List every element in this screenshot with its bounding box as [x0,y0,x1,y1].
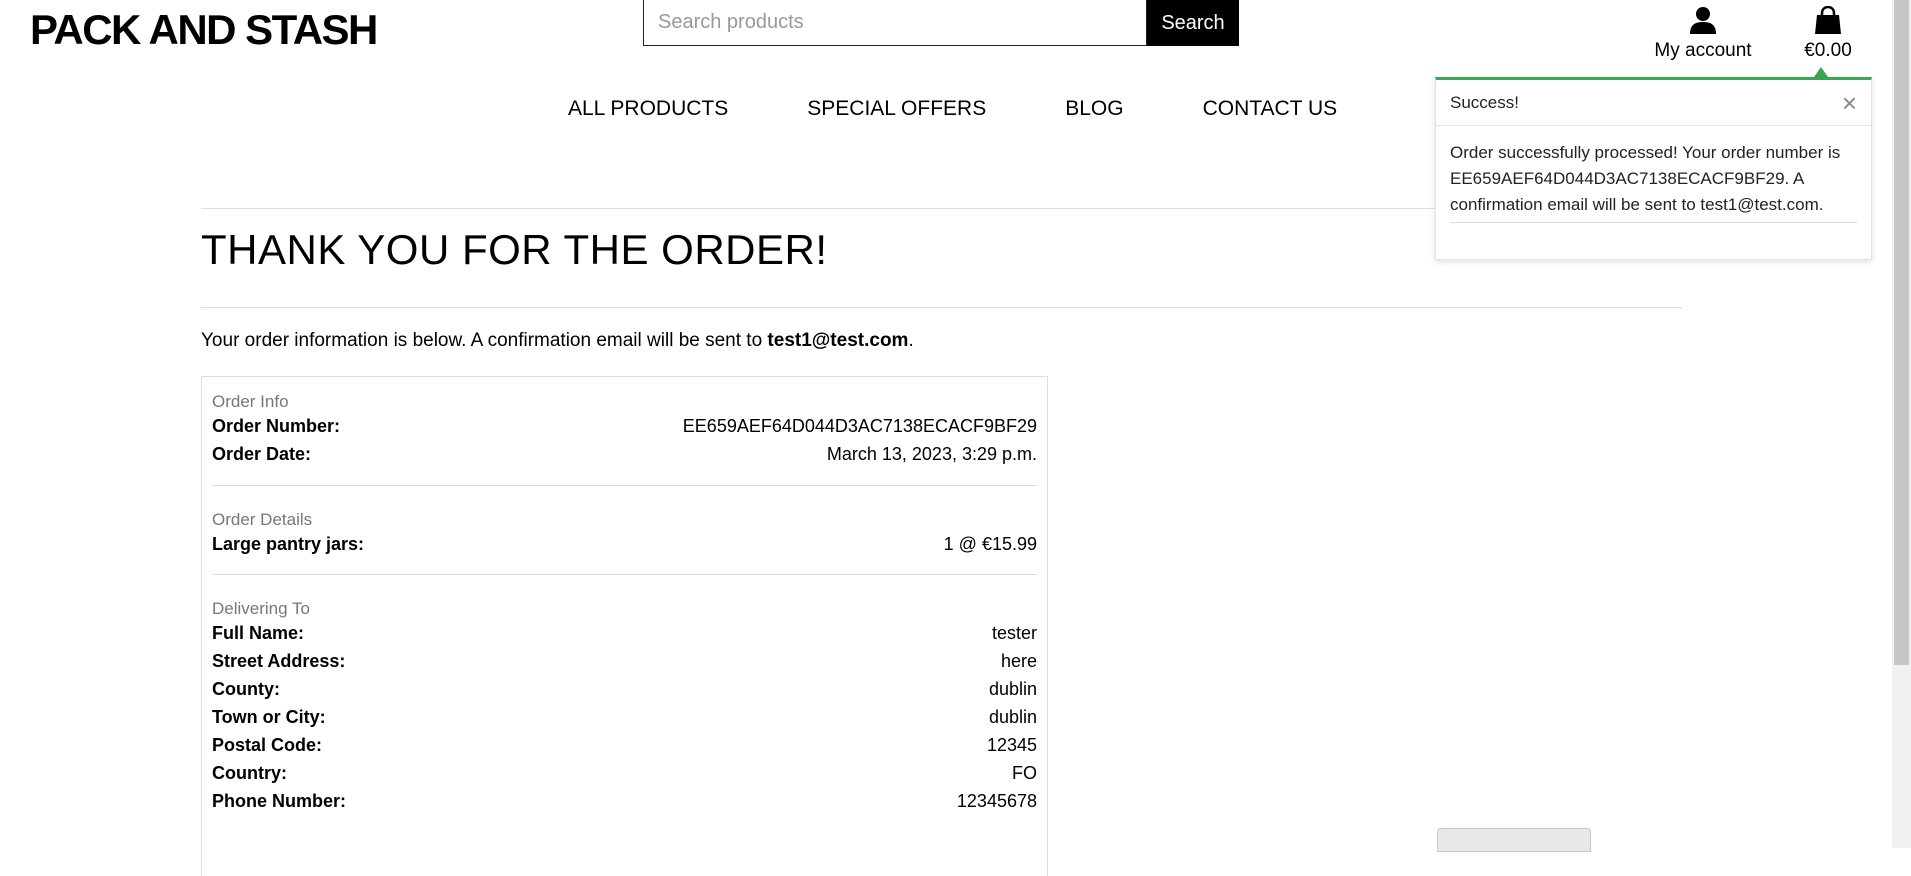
delivery-row: Phone Number: 12345678 [212,787,1037,815]
toast-message: Order successfully processed! Your order… [1450,143,1841,214]
phone-number-label: Phone Number: [212,791,347,811]
bag-total: €0.00 [1804,40,1852,61]
street-address-label: Street Address: [212,651,346,671]
county-value: dublin [988,679,1037,699]
order-intro: Your order information is below. A confi… [201,330,914,352]
full-name-value: tester [991,623,1037,643]
search-input[interactable] [643,0,1147,46]
postal-code-label: Postal Code: [212,735,323,755]
close-icon[interactable]: × [1842,90,1857,116]
my-account-label: My account [1654,40,1752,61]
full-name-label: Full Name: [212,623,305,643]
nav-blog[interactable]: BLOG [1065,97,1123,121]
intro-suffix: . [908,330,914,351]
line-item-label: Large pantry jars: [212,534,365,554]
line-item-row: Large pantry jars: 1 @ €15.99 [212,530,1037,558]
page-title: THANK YOU FOR THE ORDER! [201,226,828,273]
town-city-label: Town or City: [212,707,326,727]
line-item-value: 1 @ €15.99 [943,534,1037,554]
my-account-link[interactable]: My account [1650,6,1756,62]
delivery-row: Postal Code: 12345 [212,731,1037,759]
county-label: County: [212,679,280,699]
delivery-row: Full Name: tester [212,619,1037,647]
order-number-row: Order Number: EE659AEF64D044D3AC7138ECAC… [212,412,1037,440]
nav-special-offers[interactable]: SPECIAL OFFERS [807,97,986,121]
success-toast: Success! × Order successfully processed!… [1435,77,1872,260]
main-nav: ALL PRODUCTS SPECIAL OFFERS BLOG CONTACT… [568,97,1337,121]
intro-email: test1@test.com [767,330,909,351]
search-bar: Search [643,0,1239,46]
phone-number-value: 12345678 [956,791,1037,811]
floating-toolbar[interactable] [1437,828,1591,852]
order-number-label: Order Number: [212,416,341,436]
nav-contact-us[interactable]: CONTACT US [1203,97,1338,121]
delivery-row: Country: FO [212,759,1037,787]
intro-text: Your order information is below. A confi… [201,330,768,351]
user-icon [1690,7,1716,34]
order-number-value: EE659AEF64D044D3AC7138ECACF9BF29 [682,416,1037,436]
order-details-heading: Order Details [212,510,313,529]
toast-title: Success! [1450,92,1519,112]
postal-code-value: 12345 [986,735,1037,755]
delivery-row: County: dublin [212,675,1037,703]
divider-title [201,307,1682,308]
delivery-row: Street Address: here [212,647,1037,675]
order-summary-card: Order Info Order Number: EE659AEF64D044D… [201,376,1048,876]
country-value: FO [1012,763,1037,783]
order-date-value: March 13, 2023, 3:29 p.m. [826,444,1037,464]
town-city-value: dublin [988,707,1037,727]
delivering-to-heading: Delivering To [212,599,310,618]
shopping-bag-icon [1815,6,1841,34]
toast-divider [1450,222,1857,223]
order-date-label: Order Date: [212,444,312,464]
shopping-bag-link[interactable]: €0.00 [1798,6,1858,62]
brand-logo[interactable]: PACK AND STASH [30,6,378,54]
scrollbar-thumb[interactable] [1894,0,1909,665]
nav-all-products[interactable]: ALL PRODUCTS [568,97,728,121]
delivery-row: Town or City: dublin [212,703,1037,731]
toast-arrow [1814,67,1828,77]
street-address-value: here [1000,651,1037,671]
order-info-heading: Order Info [212,392,289,411]
search-button[interactable]: Search [1147,0,1239,46]
toast-header: Success! × [1436,80,1871,126]
country-label: Country: [212,763,287,783]
order-date-row: Order Date: March 13, 2023, 3:29 p.m. [212,440,1037,468]
